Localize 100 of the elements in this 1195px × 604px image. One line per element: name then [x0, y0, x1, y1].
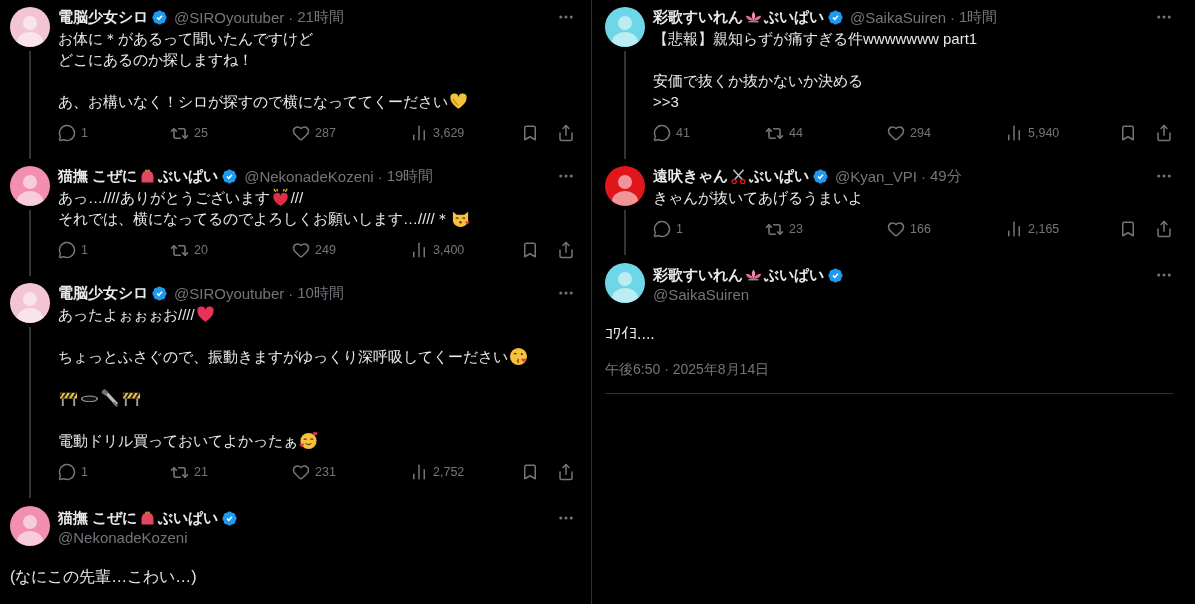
display-name[interactable]: 彩歌すいれん	[653, 265, 743, 285]
user-handle[interactable]: @SIROyoutuber	[174, 284, 285, 302]
repost-button[interactable]: 20	[170, 240, 292, 260]
tweet-text: あ、お構いなく！シロが探すので横になっててくーださい	[58, 92, 448, 112]
bar-chart-icon	[410, 463, 428, 481]
display-name[interactable]: 猫撫 こぜに	[58, 508, 138, 528]
post-time[interactable]: 1時間	[959, 7, 998, 27]
share-button[interactable]	[1155, 220, 1173, 238]
display-name[interactable]: ぶいぱい	[764, 265, 824, 285]
scissors-icon	[730, 167, 747, 185]
avatar[interactable]	[10, 7, 50, 47]
tweet-text: 安価で抜くか抜かないか決める	[653, 71, 863, 91]
views-button[interactable]: 5,940	[1005, 124, 1105, 142]
tweet-text: ///	[290, 188, 304, 208]
views-button[interactable]: 3,400	[410, 241, 510, 259]
avatar[interactable]	[605, 7, 645, 47]
display-name[interactable]: 遠吠きゃん	[653, 166, 728, 186]
like-button[interactable]: 294	[887, 124, 1005, 142]
repost-button[interactable]: 21	[170, 462, 292, 482]
reply-button[interactable]: 41	[653, 124, 765, 142]
views-button[interactable]: 2,752	[410, 463, 510, 481]
avatar[interactable]	[605, 166, 645, 206]
bookmark-button[interactable]	[1119, 124, 1137, 142]
heart-icon	[292, 241, 310, 259]
share-button[interactable]	[557, 124, 575, 142]
post-time[interactable]: 19時間	[386, 166, 434, 186]
like-button[interactable]: 166	[887, 220, 1005, 238]
tweet-text: 電動ドリル買っておいてよかったぁ	[58, 431, 298, 451]
bookmark-button[interactable]	[1119, 220, 1137, 238]
bookmark-button[interactable]	[521, 463, 539, 481]
share-button[interactable]	[557, 463, 575, 481]
reply-icon	[653, 220, 671, 238]
like-button[interactable]: 249	[292, 241, 410, 259]
display-name[interactable]: 猫撫 こぜに	[58, 166, 138, 186]
share-button[interactable]	[557, 241, 575, 259]
separator-dot: ·	[950, 8, 956, 26]
bookmark-button[interactable]	[521, 241, 539, 259]
user-handle[interactable]: @NekonadeKozeni	[244, 167, 374, 185]
bar-chart-icon	[1005, 124, 1023, 142]
post-time[interactable]: 21時間	[297, 7, 344, 27]
share-button[interactable]	[1155, 124, 1173, 142]
tweet-text: どこにあるのか探しますね！	[58, 50, 253, 70]
like-button[interactable]: 287	[292, 124, 410, 142]
display-name[interactable]: 電脳少女シロ	[58, 7, 148, 27]
repost-button[interactable]: 25	[170, 123, 292, 143]
bar-chart-icon	[410, 124, 428, 142]
reply-button[interactable]: 1	[58, 241, 170, 259]
tweet-text: それでは、横になってるのでよろしくお願いします…////＊	[58, 209, 450, 229]
display-name[interactable]: 電脳少女シロ	[58, 283, 148, 303]
display-name[interactable]: ぶいぱい	[749, 166, 809, 186]
views-button[interactable]: 2,165	[1005, 220, 1105, 238]
post-time[interactable]: 10時間	[297, 283, 344, 303]
avatar[interactable]	[605, 263, 645, 303]
reply-button[interactable]: 1	[653, 220, 765, 238]
reply-icon	[653, 124, 671, 142]
post-timestamp[interactable]: 午後6:50 · 2025年8月14日	[605, 361, 770, 377]
repost-button[interactable]: 44	[765, 123, 887, 143]
display-name[interactable]: ぶいぱい	[158, 508, 219, 528]
tweet-text: お体に＊があるって聞いたんですけど	[58, 29, 313, 49]
kissing-face-icon	[509, 347, 528, 366]
barrier-icon	[122, 389, 141, 408]
verified-badge-icon	[827, 266, 844, 284]
display-name[interactable]: ぶいぱい	[764, 7, 824, 27]
tweet-text: >>3	[653, 92, 679, 112]
kissing-cat-icon	[450, 209, 470, 228]
verified-badge-icon	[151, 284, 168, 302]
avatar[interactable]	[10, 506, 50, 546]
separator-dot: ·	[288, 284, 294, 302]
verified-badge-icon	[151, 8, 168, 26]
views-button[interactable]: 3,629	[410, 124, 510, 142]
smiling-hearts-face-icon	[299, 431, 318, 450]
tweet-text: 【悲報】親知らずが痛すぎる件wwwwwww part1	[653, 29, 978, 49]
repost-button[interactable]: 23	[765, 219, 887, 239]
user-handle[interactable]: @SIROyoutuber	[174, 8, 285, 26]
tweet-text: あったよぉぉぉお////	[58, 305, 195, 325]
tweet-text: ｺﾜｲﾖ....	[605, 324, 655, 344]
post-time[interactable]: 49分	[929, 166, 962, 186]
user-handle[interactable]: @NekonadeKozeni	[58, 528, 188, 548]
tweet-text: きゃんが抜いてあげるうまいよ	[653, 188, 863, 208]
hole-icon	[80, 394, 99, 403]
reply-button[interactable]: 1	[58, 124, 170, 142]
user-handle[interactable]: @SaikaSuiren	[850, 8, 947, 26]
heart-icon	[887, 220, 905, 238]
display-name[interactable]: ぶいぱい	[158, 166, 219, 186]
heart-icon	[195, 305, 215, 324]
bookmark-button[interactable]	[521, 124, 539, 142]
like-button[interactable]: 231	[292, 463, 410, 481]
reply-icon	[58, 124, 76, 142]
tweet-text: ちょっとふさぐので、振動きますがゆっくり深呼吸してくーださい	[58, 347, 508, 367]
sparkling-heart-icon	[270, 188, 290, 207]
avatar[interactable]	[10, 283, 50, 323]
heart-icon	[292, 463, 310, 481]
verified-badge-icon	[221, 509, 239, 527]
user-handle[interactable]: @SaikaSuiren	[653, 285, 750, 305]
user-handle[interactable]: @Kyan_VPI	[835, 167, 917, 185]
display-name[interactable]: 彩歌すいれん	[653, 7, 743, 27]
heart-icon	[887, 124, 905, 142]
reply-button[interactable]: 1	[58, 463, 170, 481]
avatar[interactable]	[10, 166, 50, 206]
verified-badge-icon	[221, 167, 239, 185]
